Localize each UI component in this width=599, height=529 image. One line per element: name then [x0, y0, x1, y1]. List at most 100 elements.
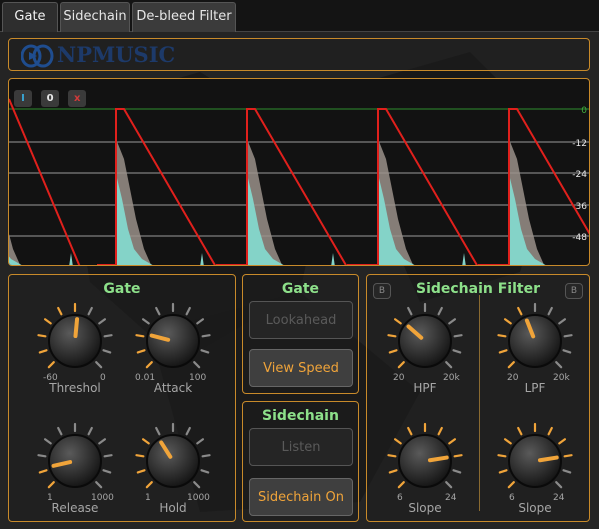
- knob-tick: [87, 426, 93, 436]
- gate-options-title: Gate: [281, 281, 320, 297]
- knob-tick: [87, 306, 93, 316]
- knob-tick: [95, 361, 103, 369]
- knob-tick: [393, 438, 402, 445]
- logo-icon: [21, 44, 54, 68]
- knob-pointer: [73, 317, 80, 339]
- knob-tick: [517, 426, 523, 436]
- release-min-label: 1: [47, 493, 53, 503]
- db-label: -24: [572, 170, 587, 180]
- logo-panel: NPMUSIC: [8, 38, 590, 71]
- tab-sidechain[interactable]: Sidechain: [60, 2, 130, 32]
- attack-label: Attack: [153, 381, 193, 395]
- lookahead-button[interactable]: Lookahead: [249, 301, 353, 339]
- hpf-slope-label: Slope: [408, 501, 442, 515]
- knob-body: [48, 434, 102, 488]
- gate-scope-display: 0 -12 -24 -36 -48 I 0 x: [8, 78, 590, 266]
- sidechain-on-button[interactable]: Sidechain On: [249, 478, 353, 516]
- knob-tick: [558, 318, 567, 325]
- knob-tick: [193, 361, 201, 369]
- knob-tick: [57, 426, 63, 436]
- knob-tick: [103, 454, 113, 458]
- threshold-label: Threshol: [49, 381, 101, 395]
- knob-tick: [38, 469, 48, 474]
- knob-tick: [43, 318, 52, 325]
- hpf-min-label: 20: [393, 373, 405, 383]
- sidechain-options-panel: Sidechain Listen Sidechain On: [242, 401, 359, 522]
- knob-tick: [448, 438, 457, 445]
- knob-tick: [507, 481, 515, 489]
- lpf-min-label: 20: [507, 373, 519, 383]
- knob-tick: [136, 469, 146, 474]
- knob-tick: [95, 481, 103, 489]
- knob-tick: [57, 306, 63, 316]
- knob-tick: [200, 349, 210, 354]
- db-label: -48: [572, 233, 587, 243]
- tab-de-bleed-filter[interactable]: De-bleed Filter: [132, 2, 236, 32]
- knob-tick: [201, 454, 211, 458]
- knob-body: [146, 314, 200, 368]
- knob-pointer: [537, 455, 559, 463]
- release-max-label: 1000: [91, 493, 114, 503]
- gate-line: [9, 98, 81, 265]
- release-label: Release: [51, 501, 99, 515]
- knob-tick: [407, 306, 413, 316]
- knob-tick: [562, 469, 572, 474]
- sidechain-options-title: Sidechain: [262, 408, 339, 424]
- knob-tick: [136, 349, 146, 354]
- view-speed-button[interactable]: View Speed: [249, 349, 353, 387]
- knob-tick: [141, 438, 150, 445]
- hpf-slope-min-label: 6: [397, 493, 403, 503]
- lpf-slope-label: Slope: [518, 501, 552, 515]
- knob-tick: [387, 454, 397, 458]
- gate-options-panel: Gate Lookahead View Speed: [242, 274, 359, 394]
- tab-gate[interactable]: Gate: [2, 2, 58, 32]
- knob-graphic: [387, 302, 463, 369]
- knob-tick: [503, 318, 512, 325]
- knob-tick: [453, 454, 463, 458]
- knob-tick: [135, 334, 145, 338]
- tab-bar: Gate Sidechain De-bleed Filter: [0, 0, 599, 32]
- knob-body: [146, 434, 200, 488]
- knob-tick: [558, 438, 567, 445]
- knob-tick: [497, 454, 507, 458]
- knob-tick: [397, 361, 405, 369]
- listen-button[interactable]: Listen: [249, 428, 353, 466]
- knob-tick: [102, 349, 112, 354]
- knob-tick: [185, 426, 191, 436]
- knob-tick: [562, 349, 572, 354]
- gate-panel: Gate Threshol -60 0 Attack 0.01 100 Rele…: [8, 274, 236, 522]
- db-label: 0: [581, 106, 587, 116]
- gate-panel-title: Gate: [103, 281, 141, 297]
- knob-graphic: [37, 422, 113, 489]
- knob-tick: [141, 318, 150, 325]
- threshold-max-label: 0: [100, 373, 106, 383]
- lpf-slope-max-label: 24: [553, 493, 565, 503]
- knob-tick: [448, 318, 457, 325]
- filter-divider: [479, 295, 480, 511]
- knob-tick: [445, 481, 453, 489]
- sidechain-filter-title: Sidechain Filter: [415, 281, 540, 297]
- lpf-bypass-button[interactable]: B: [565, 283, 583, 299]
- lpf-max-label: 20k: [553, 373, 570, 383]
- knob-tick: [517, 306, 523, 316]
- logo-text: NPMUSIC: [57, 42, 176, 67]
- knob-graphic: [387, 422, 463, 489]
- scope-output-toggle[interactable]: 0: [41, 90, 60, 107]
- knob-tick: [47, 361, 55, 369]
- knob-tick: [38, 349, 48, 354]
- knob-tick: [37, 454, 47, 458]
- knob-graphic: [135, 302, 211, 369]
- knob-tick: [185, 306, 191, 316]
- knob-graphic: [37, 302, 113, 369]
- knob-tick: [563, 334, 573, 338]
- knob-tick: [507, 361, 515, 369]
- hpf-bypass-button[interactable]: B: [373, 283, 391, 299]
- lpf-label: LPF: [524, 381, 546, 395]
- knob-tick: [388, 349, 398, 354]
- scope-gain-toggle[interactable]: x: [68, 90, 87, 107]
- knob-body: [508, 434, 562, 488]
- scope-input-toggle[interactable]: I: [14, 90, 32, 107]
- knob-body: [508, 314, 562, 368]
- knob-body: [398, 314, 452, 368]
- knob-tick: [155, 306, 161, 316]
